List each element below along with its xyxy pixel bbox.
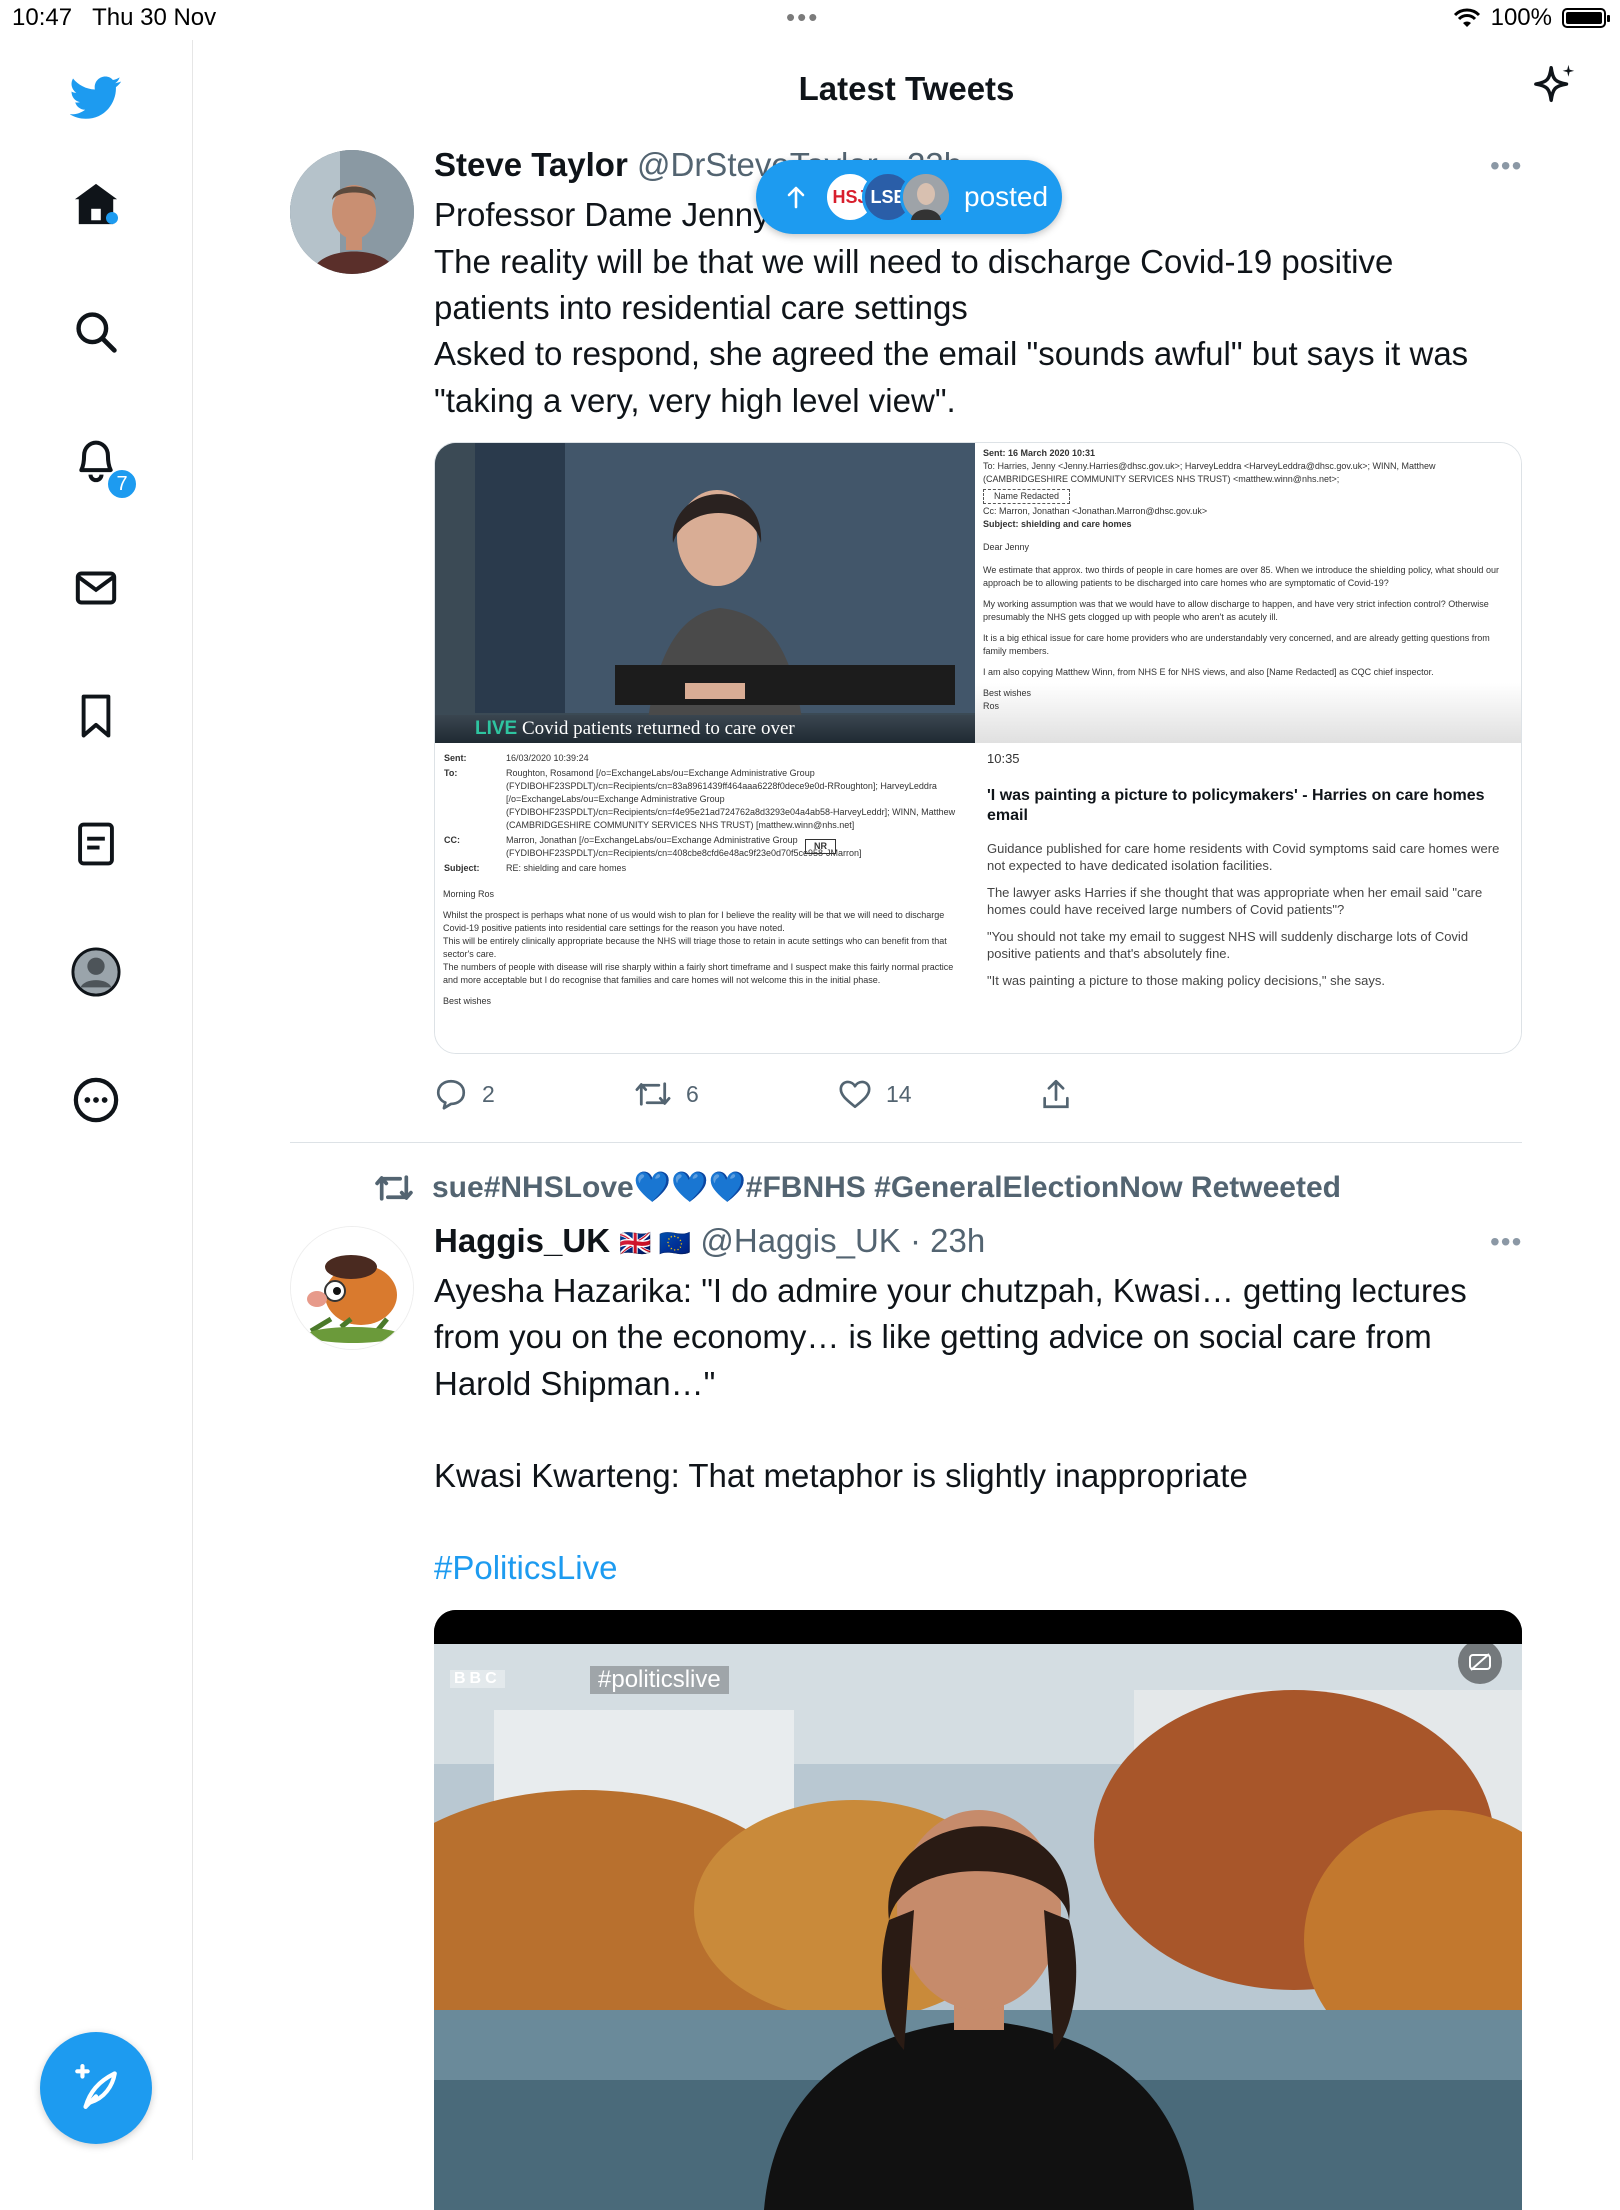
reply-button[interactable]: 2 [434, 1074, 495, 1114]
retweet-count: 6 [686, 1080, 699, 1107]
captions-toggle[interactable] [1458, 1640, 1502, 1684]
compose-icon [75, 2064, 117, 2109]
video-frame [434, 1610, 1522, 2210]
retweet-icon [635, 1082, 671, 1106]
tweet-text-line: Kwasi Kwarteng: That metaphor is slightl… [434, 1457, 1248, 1494]
pill-avatar [900, 171, 952, 223]
home-icon[interactable] [66, 174, 126, 234]
heart-icon [839, 1080, 871, 1109]
author-handle[interactable]: @Haggis_UK · 23h [700, 1222, 985, 1259]
avatar[interactable] [290, 1226, 414, 1350]
page-title: Latest Tweets [798, 70, 1015, 107]
status-right: 100% [1453, 4, 1610, 32]
captions-off-icon [1469, 1653, 1491, 1671]
sidebar: 7 [0, 40, 193, 2160]
home-new-dot [106, 212, 118, 224]
status-bar: 10:47 Thu 30 Nov ••• 100% [0, 0, 1620, 40]
tweet-text-line: Asked to respond, she agreed the email "… [434, 335, 1469, 372]
like-count: 14 [886, 1080, 912, 1107]
author-name[interactable]: Steve Taylor [434, 146, 628, 183]
share-icon [1043, 1079, 1069, 1109]
author-flags: 🇬🇧 🇪🇺 [619, 1228, 692, 1258]
new-posts-pill[interactable]: HSJ LSE posted [756, 160, 1062, 234]
tweet-more-button[interactable]: ••• [1490, 150, 1522, 182]
tweet-divider [290, 1142, 1522, 1143]
video-overlay-tag: #politicslive [590, 1666, 729, 1694]
retweet-icon [375, 1174, 413, 1201]
compose-button[interactable] [40, 2032, 152, 2144]
tweet-media[interactable]: LIVE Covid patients returned to care ove… [434, 442, 1522, 1054]
author-name[interactable]: Haggis_UK [434, 1222, 610, 1259]
news-article-screenshot: 10:35 'I was painting a picture to polic… [975, 743, 1521, 1053]
search-icon[interactable] [66, 302, 126, 362]
battery-icon [1562, 8, 1610, 28]
tweet-text-line: "taking a very, very high level view". [434, 382, 956, 419]
tweet-text-line: Professor Dame Jenny [434, 196, 770, 233]
retweeted-by[interactable]: sue#NHSLove💙💙💙#FBNHS #GeneralElectionNow… [374, 1170, 1341, 1205]
arrow-up-icon [787, 186, 805, 209]
retweet-button[interactable]: 6 [634, 1074, 699, 1114]
tweet-video[interactable]: BBC #politicslive [434, 1610, 1522, 2210]
posted-label: posted [964, 181, 1049, 212]
battery-percent: 100% [1490, 4, 1552, 31]
more-icon[interactable] [66, 1070, 126, 1130]
email-header-table: Sent: 16/03/2020 10:39:24 To: Roughton, Ro… [444, 753, 956, 873]
tweet-text-line: Ayesha Hazarika: "I do admire your chutz… [434, 1272, 1467, 1309]
video-caption: Covid patients returned to care over [521, 718, 795, 739]
lists-icon[interactable] [66, 814, 126, 874]
sparkle-icon[interactable] [1532, 62, 1578, 113]
bbc-logo: BBC [450, 1670, 505, 1688]
messages-icon[interactable] [66, 558, 126, 618]
tweet-header: Haggis_UK 🇬🇧 🇪🇺 @Haggis_UK · 23h [434, 1218, 985, 1266]
tweet-text-line: from you on the economy… is like getting… [434, 1318, 1432, 1355]
avatar[interactable] [290, 150, 414, 274]
multitasking-dots[interactable]: ••• [786, 2, 819, 33]
notifications-badge: 7 [106, 468, 138, 500]
tweet-text-line: The reality will be that we will need to… [434, 243, 1394, 280]
reply-icon [436, 1079, 466, 1110]
bookmark-icon[interactable] [66, 686, 126, 746]
tweet-more-button[interactable]: ••• [1490, 1226, 1522, 1258]
live-badge: LIVE [475, 718, 518, 739]
email-screenshot: Sent: 16 March 2020 10:31 To: Harries, J… [975, 443, 1521, 743]
twitter-logo-icon[interactable] [66, 68, 126, 128]
reply-count: 2 [482, 1080, 495, 1107]
retweeted-by-label: sue#NHSLove💙💙💙#FBNHS #GeneralElectionNow… [432, 1171, 1341, 1204]
tweet-text-line: patients into residential care settings [434, 289, 968, 326]
wifi-icon [1453, 8, 1480, 27]
profile-icon[interactable] [66, 942, 126, 1002]
status-time: 10:47 Thu 30 Nov [12, 4, 217, 31]
email-reply-screenshot: Sent: 16/03/2020 10:39:24 To: Roughton, Ro… [435, 743, 975, 1053]
inquiry-video-still: LIVE Covid patients returned to care ove… [435, 443, 975, 743]
share-button[interactable] [1040, 1074, 1072, 1114]
hashtag-link[interactable]: #PoliticsLive [434, 1545, 617, 1591]
tweet-text-line: Harold Shipman…" [434, 1365, 716, 1402]
like-button[interactable]: 14 [838, 1074, 912, 1114]
